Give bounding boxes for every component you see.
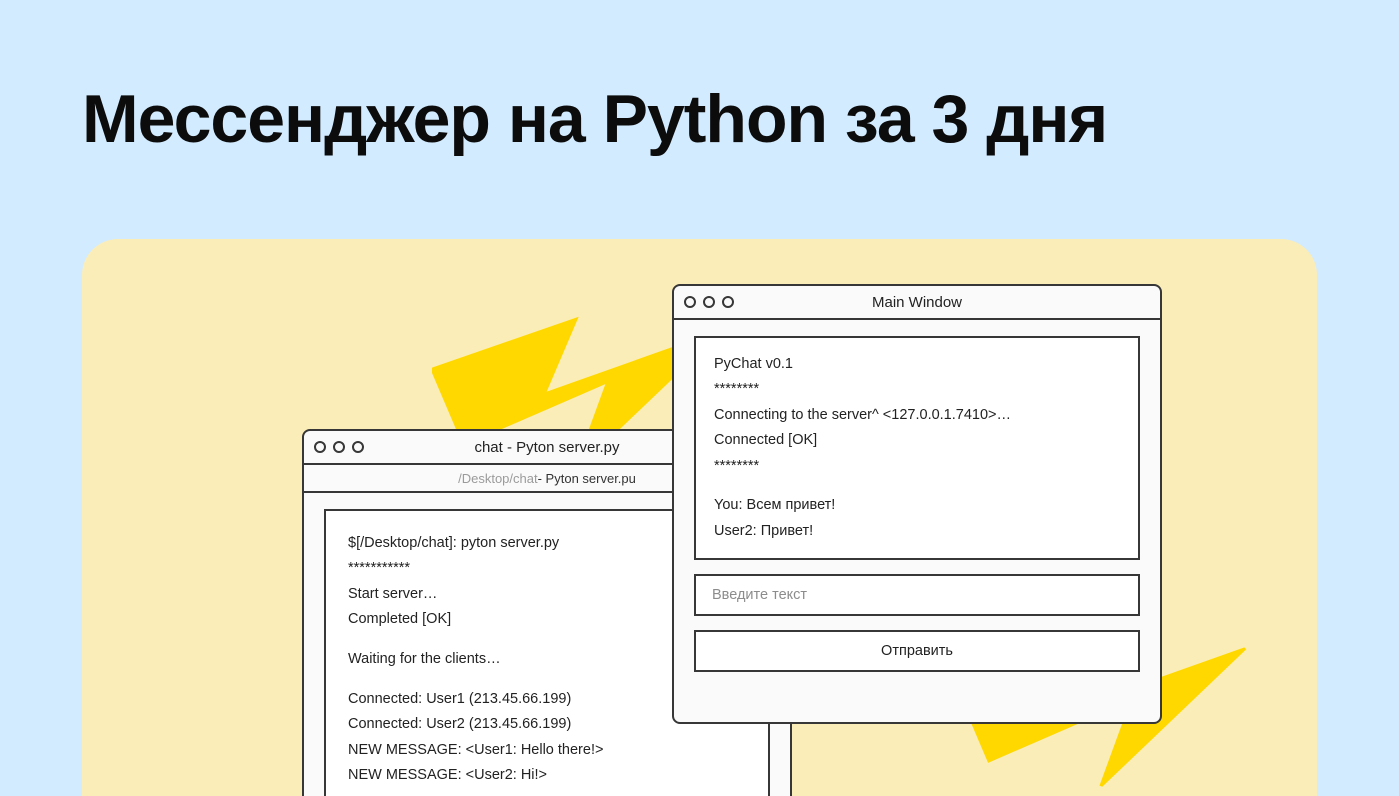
main-window-title: Main Window [872, 294, 962, 311]
terminal-line: NEW MESSAGE: <User1: Hello there!> [348, 738, 746, 763]
terminal-line: PyChat v0.1 [714, 352, 1120, 377]
zoom-icon[interactable] [722, 296, 734, 308]
server-path-dim: /Desktop/chat [458, 471, 538, 486]
terminal-line: ******** [714, 377, 1120, 402]
close-icon[interactable] [684, 296, 696, 308]
server-window-title: chat - Pyton server.py [474, 439, 619, 456]
main-window: Main Window PyChat v0.1********Connectin… [672, 284, 1162, 724]
minimize-icon[interactable] [703, 296, 715, 308]
terminal-line: You: Всем привет! [714, 493, 1120, 518]
main-titlebar: Main Window [674, 286, 1160, 320]
terminal-line: ******** [714, 454, 1120, 479]
main-traffic-lights [684, 286, 734, 318]
chat-log: PyChat v0.1********Connecting to the ser… [694, 336, 1140, 560]
server-path-rest: - Pyton server.pu [538, 471, 636, 486]
terminal-line: Connecting to the server^ <127.0.0.1.741… [714, 403, 1120, 428]
close-icon[interactable] [314, 441, 326, 453]
minimize-icon[interactable] [333, 441, 345, 453]
zoom-icon[interactable] [352, 441, 364, 453]
send-button[interactable]: Отправить [694, 630, 1140, 672]
main-content: PyChat v0.1********Connecting to the ser… [674, 320, 1160, 722]
message-input-placeholder: Введите текст [712, 587, 807, 603]
hero-card: chat - Pyton server.py /Desktop/chat - P… [82, 239, 1317, 796]
terminal-line: Connected [OK] [714, 428, 1120, 453]
message-input[interactable]: Введите текст [694, 574, 1140, 616]
terminal-line [714, 479, 1120, 494]
page-title: Мессенджер на Python за 3 дня [82, 80, 1107, 158]
terminal-line: User2: Привет! [714, 519, 1120, 544]
terminal-line: NEW MESSAGE: <User2: Hi!> [348, 763, 746, 788]
send-button-label: Отправить [881, 643, 953, 659]
server-traffic-lights [314, 431, 364, 463]
